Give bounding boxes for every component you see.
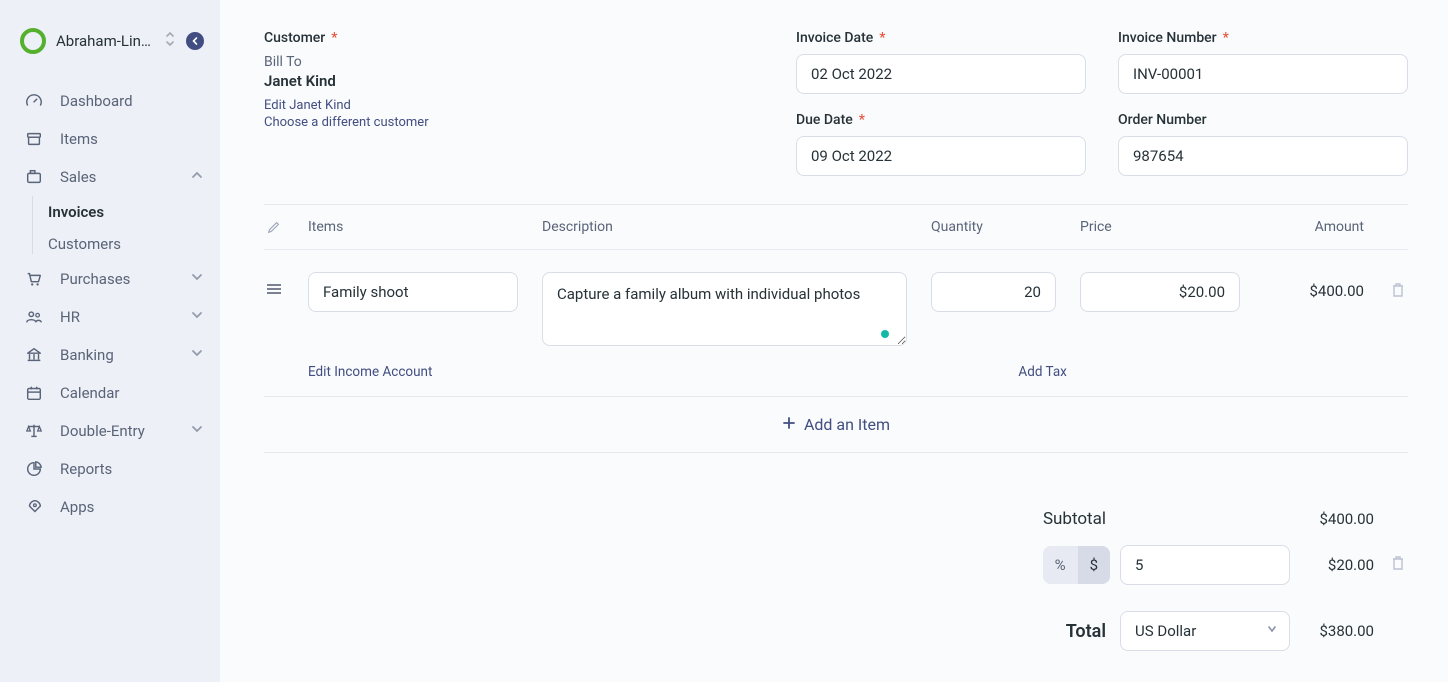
nav-sales[interactable]: Sales bbox=[0, 158, 220, 196]
subtotal-label: Subtotal bbox=[908, 509, 1106, 529]
nav-dashboard[interactable]: Dashboard bbox=[0, 82, 220, 120]
cart-icon bbox=[24, 270, 44, 288]
discount-type-toggle[interactable]: % $ bbox=[1043, 546, 1110, 584]
items-section: Items Description Quantity Price Amount bbox=[264, 204, 1408, 453]
order-number-input[interactable] bbox=[1118, 136, 1408, 176]
rocket-icon bbox=[24, 498, 44, 516]
nav-label: Banking bbox=[60, 346, 114, 364]
add-item-button[interactable]: Add an Item bbox=[264, 396, 1408, 453]
subtotal-value: $400.00 bbox=[1304, 510, 1374, 528]
chevron-down-icon bbox=[190, 308, 204, 326]
add-tax-link[interactable]: Add Tax bbox=[1018, 364, 1066, 380]
nav-purchases[interactable]: Purchases bbox=[0, 260, 220, 298]
collapse-sidebar-icon[interactable] bbox=[186, 32, 204, 50]
item-name-input[interactable] bbox=[308, 272, 518, 312]
customer-label: Customer* bbox=[264, 30, 764, 46]
chevron-down-icon bbox=[1266, 623, 1278, 639]
delete-discount-icon[interactable] bbox=[1388, 555, 1408, 575]
edit-income-account-link[interactable]: Edit Income Account bbox=[308, 364, 432, 380]
company-name: Abraham-Lin… bbox=[56, 32, 152, 50]
sort-chevrons-icon bbox=[164, 31, 176, 51]
nav-customers[interactable]: Customers bbox=[32, 228, 220, 260]
item-qty-input[interactable] bbox=[931, 272, 1056, 312]
scales-icon bbox=[24, 422, 44, 440]
logo-icon bbox=[20, 28, 46, 54]
sidebar: Abraham-Lin… Dashboard Items Sales bbox=[0, 0, 220, 682]
chevron-down-icon bbox=[190, 346, 204, 364]
item-price-input[interactable] bbox=[1080, 272, 1240, 312]
nav-hr[interactable]: HR bbox=[0, 298, 220, 336]
col-description: Description bbox=[542, 219, 907, 235]
nav-calendar[interactable]: Calendar bbox=[0, 374, 220, 412]
nav-label: Double-Entry bbox=[60, 422, 145, 440]
people-icon bbox=[24, 308, 44, 326]
nav-label: Purchases bbox=[60, 270, 130, 288]
choose-customer-link[interactable]: Choose a different customer bbox=[264, 115, 764, 130]
nav-invoices[interactable]: Invoices bbox=[32, 196, 220, 228]
nav-label: Dashboard bbox=[60, 92, 133, 110]
invoice-form: Customer* Bill To Janet Kind Edit Janet … bbox=[220, 0, 1448, 682]
nav-label: Items bbox=[60, 130, 98, 148]
chevron-down-icon bbox=[190, 422, 204, 440]
nav-banking[interactable]: Banking bbox=[0, 336, 220, 374]
navigation: Dashboard Items Sales Invoices Customers bbox=[0, 82, 220, 526]
add-item-label: Add an Item bbox=[804, 415, 890, 434]
bill-to-name: Janet Kind bbox=[264, 72, 764, 90]
bill-to-heading: Bill To bbox=[264, 54, 764, 70]
nav-label: HR bbox=[60, 308, 80, 326]
company-selector[interactable]: Abraham-Lin… bbox=[0, 0, 220, 82]
col-amount: Amount bbox=[1264, 219, 1364, 235]
totals: Subtotal $400.00 % $ $20.00 Total bbox=[908, 501, 1408, 659]
nav-items[interactable]: Items bbox=[0, 120, 220, 158]
item-row: $400.00 bbox=[264, 249, 1408, 358]
nav-label: Calendar bbox=[60, 384, 120, 402]
total-value: $380.00 bbox=[1304, 622, 1374, 640]
cash-register-icon bbox=[24, 168, 44, 186]
archive-icon bbox=[24, 130, 44, 148]
delete-row-icon[interactable] bbox=[1388, 272, 1408, 298]
nav-double-entry[interactable]: Double-Entry bbox=[0, 412, 220, 450]
chevron-up-icon bbox=[190, 168, 204, 186]
order-number-label: Order Number bbox=[1118, 112, 1408, 128]
discount-amount: $20.00 bbox=[1304, 556, 1374, 574]
invoice-date-input[interactable] bbox=[796, 54, 1086, 94]
drag-handle-icon[interactable] bbox=[264, 272, 284, 296]
pencil-icon[interactable] bbox=[264, 220, 284, 234]
nav-apps[interactable]: Apps bbox=[0, 488, 220, 526]
plus-icon bbox=[782, 415, 796, 434]
col-quantity: Quantity bbox=[931, 219, 1056, 235]
nav-label: Apps bbox=[60, 498, 94, 516]
invoice-number-label: Invoice Number* bbox=[1118, 30, 1408, 46]
calendar-icon bbox=[24, 384, 44, 402]
nav-label: Reports bbox=[60, 460, 112, 478]
invoice-number-input[interactable] bbox=[1118, 54, 1408, 94]
item-description-input[interactable] bbox=[542, 272, 907, 346]
edit-customer-link[interactable]: Edit Janet Kind bbox=[264, 98, 764, 113]
discount-dollar-option[interactable]: $ bbox=[1078, 546, 1110, 584]
item-amount: $400.00 bbox=[1264, 272, 1364, 300]
col-items: Items bbox=[308, 219, 518, 235]
bank-icon bbox=[24, 346, 44, 364]
nav-sales-sub: Invoices Customers bbox=[0, 196, 220, 260]
due-date-input[interactable] bbox=[796, 136, 1086, 176]
discount-percent-option[interactable]: % bbox=[1043, 546, 1078, 584]
nav-reports[interactable]: Reports bbox=[0, 450, 220, 488]
status-dot-icon bbox=[881, 330, 889, 338]
chevron-down-icon bbox=[190, 270, 204, 288]
invoice-date-label: Invoice Date* bbox=[796, 30, 1086, 46]
currency-select[interactable] bbox=[1120, 611, 1290, 651]
col-price: Price bbox=[1080, 219, 1240, 235]
due-date-label: Due Date* bbox=[796, 112, 1086, 128]
total-label: Total bbox=[908, 621, 1106, 642]
nav-label: Sales bbox=[60, 168, 96, 186]
pie-chart-icon bbox=[24, 460, 44, 478]
discount-input[interactable] bbox=[1120, 545, 1290, 585]
speedometer-icon bbox=[24, 92, 44, 110]
